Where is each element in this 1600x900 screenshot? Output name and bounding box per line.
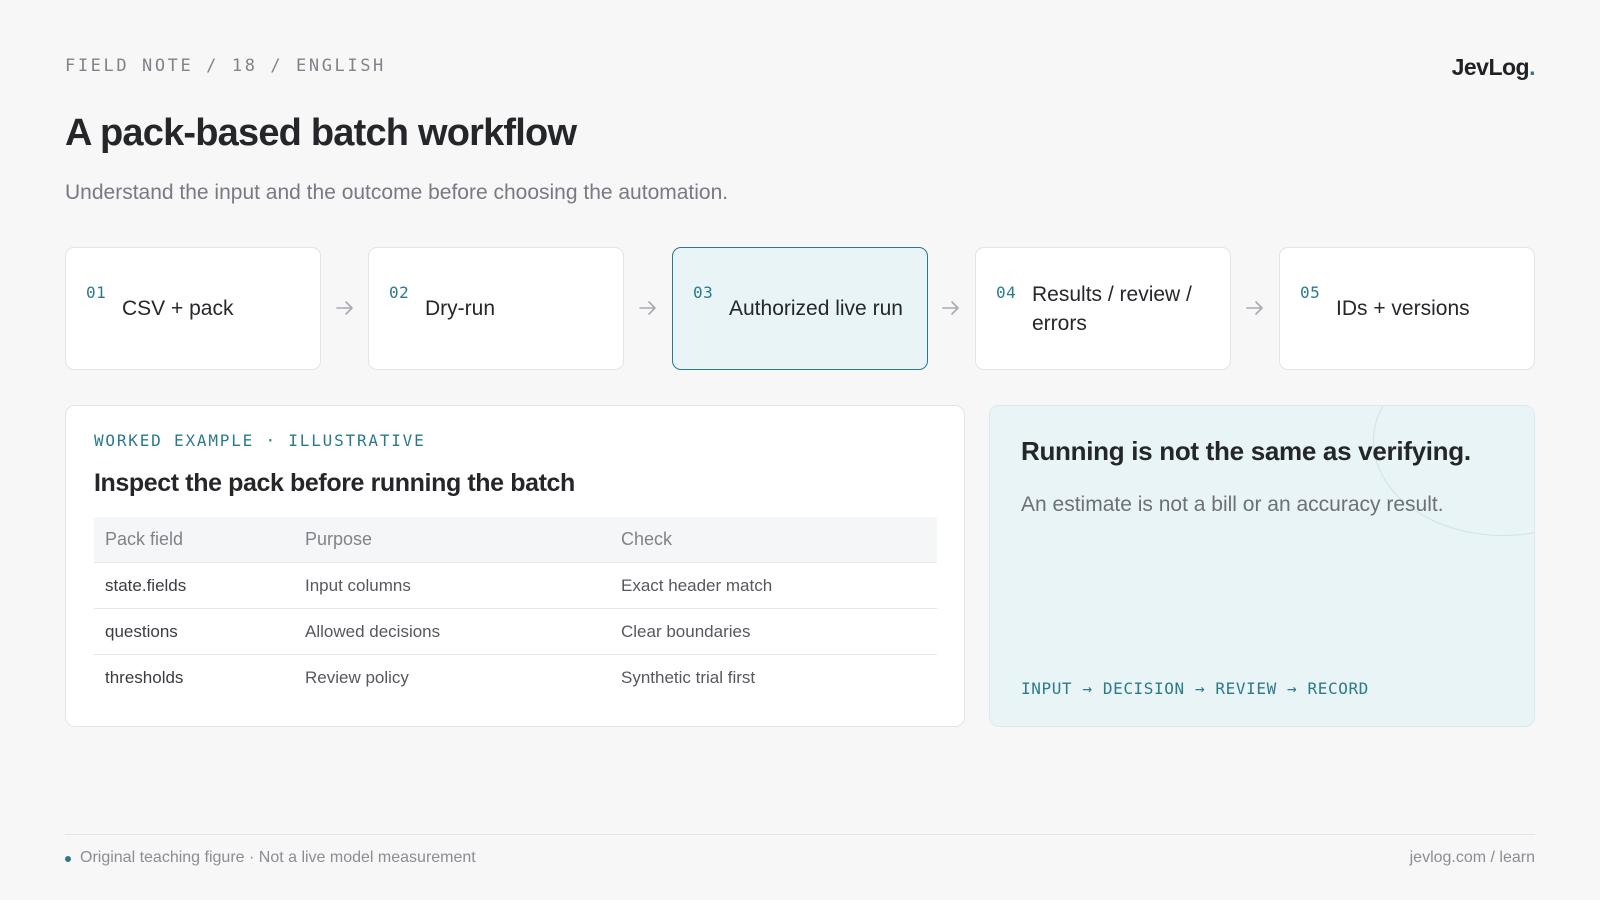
table-cell: questions [105, 621, 178, 641]
step-label: Authorized live run [729, 297, 903, 320]
callout-claim: Running is not the same as verifying. [1021, 436, 1471, 466]
step-card-4: 04 Results / review / errors [975, 247, 1231, 370]
table-cell: Allowed decisions [305, 621, 441, 641]
step-card-3: 03 Authorized live run [672, 247, 928, 370]
brand-name: JevLog [1451, 54, 1530, 80]
callout-flow: INPUT → DECISION → REVIEW → RECORD [1021, 679, 1369, 698]
step-label: Results / review / errors [1032, 282, 1192, 335]
pack-table: Pack field Purpose Check state.fields In… [94, 517, 937, 701]
worked-example-card: WORKED EXAMPLE · ILLUSTRATIVE Inspect th… [65, 405, 965, 727]
table-cell: thresholds [105, 668, 184, 687]
table-cell: Clear boundaries [621, 621, 751, 641]
table-header-row: Pack field Purpose Check [94, 517, 937, 563]
arrow-right-icon [639, 301, 656, 315]
table-row: questions Allowed decisions Clear bounda… [94, 609, 937, 655]
footer-divider [65, 834, 1535, 835]
table-row: thresholds Review policy Synthetic trial… [94, 655, 937, 701]
callout-note: An estimate is not a bill or an accuracy… [1021, 493, 1444, 516]
step-label: Dry-run [425, 297, 496, 320]
table-cell: state.fields [105, 575, 187, 595]
footer-note: Original teaching figure · Not a live mo… [65, 849, 476, 867]
column-header: Pack field [105, 529, 184, 549]
page-subtitle: Understand the input and the outcome bef… [65, 181, 729, 204]
eyebrow: FIELD NOTE / 18 / ENGLISH [65, 56, 386, 76]
column-header: Check [621, 529, 673, 549]
column-header: Purpose [305, 529, 373, 549]
step-card-5: 05 IDs + versions [1279, 247, 1535, 370]
step-card-2: 02 Dry-run [368, 247, 624, 370]
table-cell: Review policy [305, 668, 409, 687]
step-number: 01 [86, 283, 107, 302]
step-number: 03 [693, 283, 714, 302]
arrow-right-icon [1246, 301, 1263, 315]
step-number: 04 [996, 283, 1017, 302]
verification-callout: Running is not the same as verifying. An… [989, 405, 1535, 727]
step-number: 02 [389, 283, 410, 302]
example-tag: WORKED EXAMPLE · ILLUSTRATIVE [94, 431, 426, 450]
table-row: state.fields Input columns Exact header … [94, 563, 937, 609]
workflow-steps: 01 CSV + pack 02 Dry-run 03 Authorized l… [65, 247, 1535, 370]
step-label: IDs + versions [1336, 297, 1470, 320]
page-title: A pack-based batch workflow [65, 112, 577, 154]
example-heading: Inspect the pack before running the batc… [94, 469, 575, 497]
arrow-right-icon [336, 301, 353, 315]
arrow-right-icon [942, 301, 959, 315]
brand-logo[interactable]: JevLog. [1451, 54, 1536, 81]
step-card-1: 01 CSV + pack [65, 247, 321, 370]
table-cell: Input columns [305, 575, 411, 595]
footer-note-text: Original teaching figure · Not a live mo… [80, 849, 476, 866]
table-cell: Exact header match [621, 575, 773, 595]
table-cell: Synthetic trial first [621, 668, 756, 687]
brand-dot: . [1529, 54, 1535, 80]
step-number: 05 [1300, 283, 1321, 302]
dot-icon [65, 856, 71, 862]
step-label: CSV + pack [122, 297, 234, 320]
footer-link[interactable]: jevlog.com / learn [1410, 849, 1535, 867]
